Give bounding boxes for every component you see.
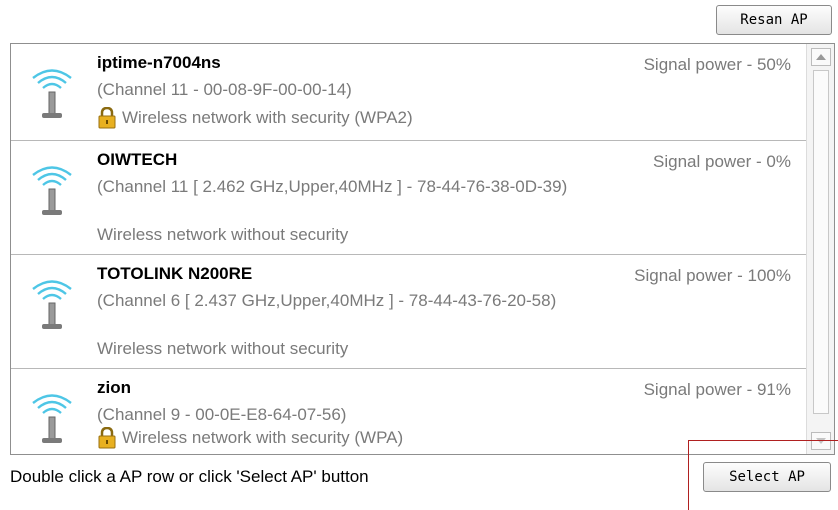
ap-row[interactable]: zion (Channel 9 - 00-0E-E8-64-07-56) Wir… (11, 369, 806, 454)
ap-security: Wireless network with security (WPA2) (97, 107, 413, 129)
ap-ssid: iptime-n7004ns (97, 53, 221, 72)
ap-channel-detail: (Channel 9 - 00-0E-E8-64-07-56) (97, 405, 347, 424)
ap-channel-detail: (Channel 11 [ 2.462 GHz,Upper,40MHz ] - … (97, 177, 568, 196)
ap-ssid: zion (97, 378, 131, 397)
wifi-antenna-icon (32, 166, 72, 215)
scroll-down-button[interactable] (811, 432, 831, 450)
ap-list[interactable]: iptime-n7004ns (Channel 11 - 00-08-9F-00… (10, 43, 835, 455)
ap-ssid: TOTOLINK N200RE (97, 264, 253, 283)
lock-icon (98, 107, 116, 129)
chevron-down-icon (816, 438, 826, 444)
ap-signal: Signal power - 50% (643, 55, 791, 74)
ap-security: Wireless network with security (WPA) (97, 427, 403, 449)
ap-rows: iptime-n7004ns (Channel 11 - 00-08-9F-00… (11, 44, 806, 454)
ap-signal: Signal power - 0% (653, 152, 791, 171)
ap-security-label: Wireless network with security (WPA2) (122, 108, 413, 127)
ap-row[interactable]: iptime-n7004ns (Channel 11 - 00-08-9F-00… (11, 44, 806, 141)
ap-ssid: OIWTECH (97, 150, 178, 169)
instruction-text: Double click a AP row or click 'Select A… (10, 467, 369, 486)
ap-security-label: Wireless network with security (WPA) (122, 428, 404, 447)
ap-security: Wireless network without security (97, 339, 348, 359)
vertical-scrollbar[interactable] (806, 44, 834, 454)
wifi-antenna-icon (32, 394, 72, 443)
scroll-up-button[interactable] (811, 48, 831, 66)
scrollbar-thumb[interactable] (813, 70, 829, 414)
ap-channel-detail: (Channel 6 [ 2.437 GHz,Upper,40MHz ] - 7… (97, 291, 557, 310)
ap-channel-detail: (Channel 11 - 00-08-9F-00-00-14) (97, 80, 352, 99)
wifi-antenna-icon (32, 69, 72, 118)
lock-icon (98, 427, 116, 449)
ap-row[interactable]: OIWTECH (Channel 11 [ 2.462 GHz,Upper,40… (11, 141, 806, 255)
select-ap-button[interactable]: Select AP (703, 462, 831, 492)
chevron-up-icon (816, 54, 826, 60)
ap-signal: Signal power - 91% (643, 380, 791, 399)
ap-security-label: Wireless network without security (97, 339, 349, 358)
ap-signal: Signal power - 100% (634, 266, 791, 285)
rescan-ap-button[interactable]: Resan AP (716, 5, 832, 35)
ap-security: Wireless network without security (97, 225, 348, 245)
ap-row[interactable]: TOTOLINK N200RE (Channel 6 [ 2.437 GHz,U… (11, 255, 806, 369)
wifi-antenna-icon (32, 280, 72, 329)
ap-security-label: Wireless network without security (97, 225, 349, 244)
